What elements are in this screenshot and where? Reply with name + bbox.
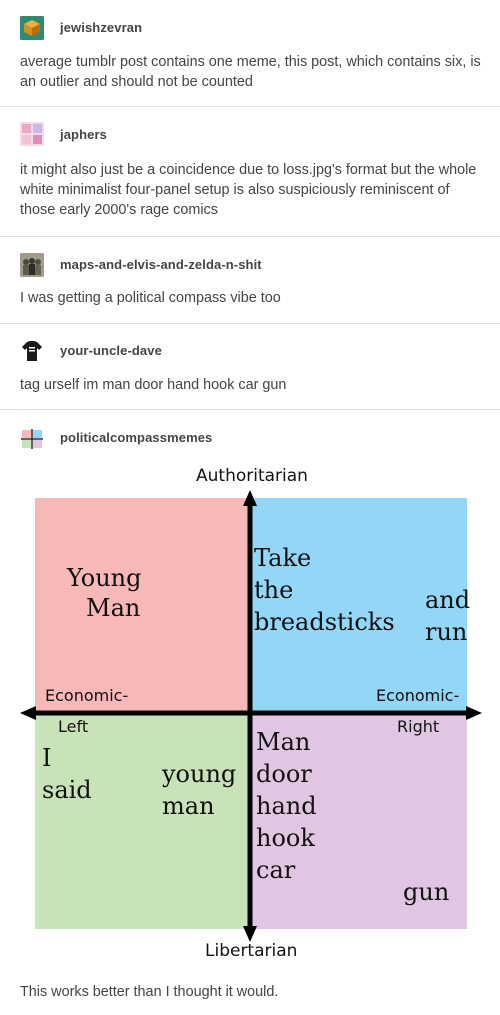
- axis-label-right-2: Right: [397, 717, 440, 736]
- group-photo-icon: [20, 253, 44, 277]
- username[interactable]: maps-and-elvis-and-zelda-n-shit: [60, 257, 262, 272]
- anime-collage-icon: [20, 122, 44, 146]
- br-text: hook: [256, 824, 315, 852]
- post-text: average tumblr post contains one meme, t…: [20, 54, 481, 90]
- avatar[interactable]: [20, 427, 44, 451]
- avatar[interactable]: [20, 253, 44, 277]
- username[interactable]: your-uncle-dave: [60, 343, 162, 358]
- tr-text: the: [254, 576, 294, 604]
- post-text: it might also just be a coincidence due …: [20, 162, 477, 218]
- bl-text: said: [42, 776, 92, 804]
- axis-label-authoritarian: Authoritarian: [196, 466, 308, 486]
- bl-text: man: [162, 792, 215, 820]
- post-text: This works better than I thought it woul…: [20, 984, 279, 1000]
- axis-label-left-2: Left: [58, 717, 89, 736]
- br-text: Man: [256, 728, 311, 756]
- avatar[interactable]: [20, 339, 44, 363]
- br-text: hand: [256, 792, 317, 820]
- avatar[interactable]: [20, 122, 44, 146]
- tl-text: Young: [67, 564, 142, 592]
- axis-label-left-1: Economic-: [45, 686, 129, 705]
- bl-text: young: [162, 760, 237, 788]
- divider: [0, 236, 500, 237]
- br-text: car: [256, 856, 296, 884]
- tr-text: breadsticks: [254, 608, 395, 636]
- username[interactable]: jewishzevran: [60, 20, 142, 35]
- divider: [0, 323, 500, 324]
- axis-label-right-1: Economic-: [376, 686, 460, 705]
- post-text: I was getting a political compass vibe t…: [20, 290, 281, 306]
- compass-mini-icon: [20, 427, 44, 451]
- post-text: tag urself im man door hand hook car gun: [20, 377, 287, 393]
- username[interactable]: politicalcompassmemes: [60, 430, 212, 445]
- axis-label-libertarian: Libertarian: [205, 941, 298, 961]
- bl-text: I: [42, 744, 52, 772]
- cube-icon: [20, 16, 44, 40]
- avatar[interactable]: [20, 16, 44, 40]
- br-text: door: [256, 760, 312, 788]
- divider: [0, 409, 500, 410]
- tr-text: and: [425, 586, 471, 614]
- br-text: gun: [403, 878, 450, 906]
- tl-text: Man: [86, 594, 141, 622]
- tr-text: run: [425, 618, 468, 646]
- username[interactable]: japhers: [60, 127, 107, 142]
- divider: [0, 106, 500, 107]
- tr-text: Take: [254, 544, 312, 572]
- tshirt-icon: [20, 339, 44, 363]
- political-compass-image: Authoritarian Libertarian Economic- Left…: [0, 460, 500, 970]
